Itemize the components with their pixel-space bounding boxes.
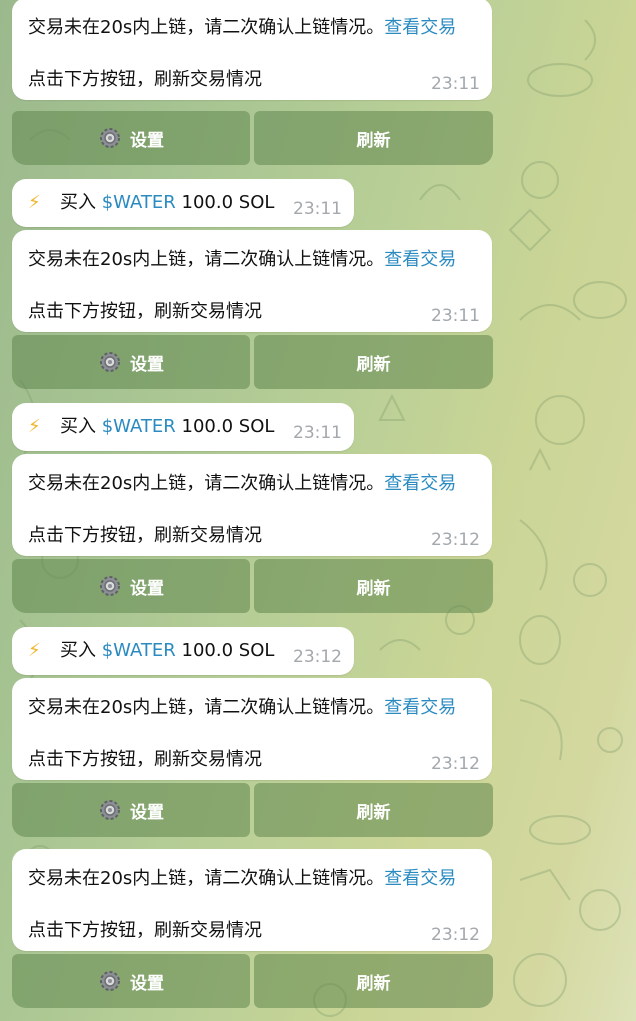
message-text-line2: 点击下方按钮，刷新交易情况 (28, 749, 262, 770)
buy-text: ⚡ 买入 $WATER 100.0 SOL (28, 416, 275, 437)
settings-button-label: 设置 (130, 130, 164, 151)
gear-icon (100, 971, 120, 991)
message-bubble-status: 交易未在20s内上链，请二次确认上链情况。查看交易 点击下方按钮，刷新交易情况 … (12, 230, 492, 332)
message-text-line2: 点击下方按钮，刷新交易情况 (28, 920, 262, 941)
settings-button-label: 设置 (130, 354, 164, 375)
message-text-line1: 交易未在20s内上链，请二次确认上链情况。查看交易 (28, 868, 457, 889)
settings-button-label: 设置 (130, 578, 164, 599)
inline-keyboard: 设置 刷新 (12, 559, 493, 613)
message-time: 23:11 (431, 306, 480, 326)
message-time: 23:11 (293, 423, 342, 443)
view-transaction-link[interactable]: 查看交易 (384, 868, 456, 889)
settings-button[interactable]: 设置 (12, 559, 250, 613)
gear-icon (100, 352, 120, 372)
buy-text: ⚡ 买入 $WATER 100.0 SOL (28, 640, 275, 661)
settings-button-label: 设置 (130, 973, 164, 994)
message-text-line2: 点击下方按钮，刷新交易情况 (28, 69, 262, 90)
message-bubble-buy: ⚡ 买入 $WATER 100.0 SOL 23:11 (12, 403, 354, 451)
settings-button[interactable]: 设置 (12, 783, 250, 837)
message-text-line1: 交易未在20s内上链，请二次确认上链情况。查看交易 (28, 473, 457, 494)
message-bubble-buy: ⚡ 买入 $WATER 100.0 SOL 23:12 (12, 627, 354, 675)
refresh-button-label: 刷新 (356, 973, 391, 994)
message-time: 23:12 (431, 530, 480, 550)
message-time: 23:12 (293, 647, 342, 667)
message-time: 23:12 (431, 754, 480, 774)
view-transaction-link[interactable]: 查看交易 (384, 697, 456, 718)
message-text-line1: 交易未在20s内上链，请二次确认上链情况。查看交易 (28, 249, 457, 270)
message-bubble-buy: ⚡ 买入 $WATER 100.0 SOL 23:11 (12, 179, 354, 227)
message-bubble-status: 交易未在20s内上链，请二次确认上链情况。查看交易 点击下方按钮，刷新交易情况 … (12, 454, 492, 556)
chat-message-list[interactable]: 交易未在20s内上链，请二次确认上链情况。查看交易 点击下方按钮，刷新交易情况 … (0, 0, 636, 1021)
ticker-link[interactable]: $WATER (102, 416, 176, 437)
message-time: 23:11 (293, 199, 342, 219)
settings-button[interactable]: 设置 (12, 335, 250, 389)
inline-keyboard: 设置 刷新 (12, 335, 493, 389)
refresh-button[interactable]: 刷新 (254, 111, 493, 165)
lightning-bolt-icon: ⚡ (28, 640, 41, 661)
refresh-button[interactable]: 刷新 (254, 954, 493, 1008)
view-transaction-link[interactable]: 查看交易 (384, 473, 456, 494)
settings-button[interactable]: 设置 (12, 954, 250, 1008)
message-bubble-status: 交易未在20s内上链，请二次确认上链情况。查看交易 点击下方按钮，刷新交易情况 … (12, 0, 492, 100)
view-transaction-link[interactable]: 查看交易 (384, 249, 456, 270)
message-text-line1: 交易未在20s内上链，请二次确认上链情况。查看交易 (28, 697, 457, 718)
gear-icon (100, 128, 120, 148)
settings-button[interactable]: 设置 (12, 111, 250, 165)
gear-icon (100, 576, 120, 596)
inline-keyboard: 设置 刷新 (12, 783, 493, 837)
ticker-link[interactable]: $WATER (102, 640, 176, 661)
settings-button-label: 设置 (130, 802, 164, 823)
message-bubble-status: 交易未在20s内上链，请二次确认上链情况。查看交易 点击下方按钮，刷新交易情况 … (12, 849, 492, 951)
refresh-button[interactable]: 刷新 (254, 335, 493, 389)
message-bubble-status: 交易未在20s内上链，请二次确认上链情况。查看交易 点击下方按钮，刷新交易情况 … (12, 678, 492, 780)
message-time: 23:11 (431, 74, 480, 94)
message-time: 23:12 (431, 925, 480, 945)
refresh-button-label: 刷新 (356, 130, 391, 151)
refresh-button-label: 刷新 (356, 578, 391, 599)
view-transaction-link[interactable]: 查看交易 (384, 17, 456, 38)
message-text-line2: 点击下方按钮，刷新交易情况 (28, 301, 262, 322)
inline-keyboard: 设置 刷新 (12, 111, 493, 165)
refresh-button-label: 刷新 (356, 802, 391, 823)
gear-icon (100, 800, 120, 820)
lightning-bolt-icon: ⚡ (28, 416, 41, 437)
refresh-button[interactable]: 刷新 (254, 559, 493, 613)
refresh-button[interactable]: 刷新 (254, 783, 493, 837)
inline-keyboard: 设置 刷新 (12, 954, 493, 1008)
refresh-button-label: 刷新 (356, 354, 391, 375)
lightning-bolt-icon: ⚡ (28, 192, 41, 213)
buy-text: ⚡ 买入 $WATER 100.0 SOL (28, 192, 275, 213)
message-text-line2: 点击下方按钮，刷新交易情况 (28, 525, 262, 546)
message-text-line1: 交易未在20s内上链，请二次确认上链情况。查看交易 (28, 17, 457, 38)
ticker-link[interactable]: $WATER (102, 192, 176, 213)
